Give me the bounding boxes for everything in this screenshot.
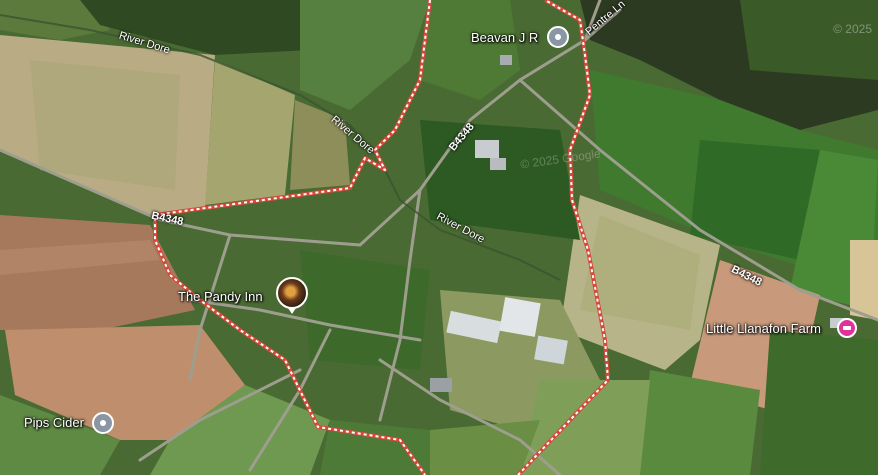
place-label-pips-cider[interactable]: Pips Cider [24, 416, 84, 429]
place-label-beavan[interactable]: Beavan J R [471, 31, 538, 44]
place-label-little-llanafon-farm[interactable]: Little Llanafon Farm [706, 322, 821, 335]
place-pin-icon[interactable] [547, 26, 569, 48]
place-pin-icon[interactable] [92, 412, 114, 434]
place-label-pandy-inn[interactable]: The Pandy Inn [178, 290, 263, 303]
copyright-watermark: © 2025 [833, 22, 872, 36]
satellite-imagery [0, 0, 878, 475]
photo-pin-icon[interactable] [276, 277, 308, 314]
map-view[interactable]: © 2025 © 2025 Google River Dore River Do… [0, 0, 878, 475]
bed-icon[interactable] [837, 318, 857, 338]
